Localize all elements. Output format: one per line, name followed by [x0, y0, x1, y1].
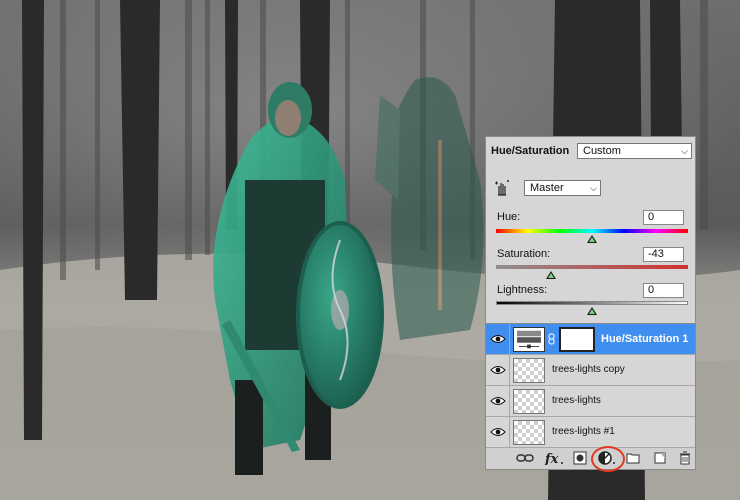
add-mask-icon[interactable] — [573, 451, 587, 465]
hue-slider-track[interactable] — [496, 229, 688, 233]
hue-slider-thumb[interactable] — [587, 235, 597, 243]
saturation-input[interactable]: -43 — [643, 247, 684, 262]
visibility-column — [486, 324, 510, 354]
layer-thumbnail — [513, 358, 545, 383]
lightness-slider-track[interactable] — [496, 301, 688, 305]
visibility-column — [486, 355, 510, 385]
eye-icon[interactable] — [490, 364, 506, 376]
layer-row-trees-lights-1[interactable]: trees-lights #1 — [486, 417, 695, 448]
preset-value: Custom — [583, 145, 621, 157]
saturation-label: Saturation: — [497, 248, 551, 260]
layer-name: trees-lights copy — [552, 364, 625, 375]
layer-row-hue-saturation[interactable]: Hue/Saturation 1 — [486, 324, 695, 355]
hue-input[interactable]: 0 — [643, 210, 684, 225]
link-icon[interactable] — [516, 451, 534, 465]
targeted-adjustment-hand-icon[interactable] — [493, 179, 511, 197]
layer-thumbnail — [513, 389, 545, 414]
fx-icon[interactable]: fx — [544, 451, 564, 465]
layer-name: Hue/Saturation 1 — [601, 333, 689, 345]
channel-value: Master — [530, 182, 564, 194]
adjustments-panel: Hue/Saturation Custom ⌵ Master ⌵ Hue: 0 … — [485, 136, 696, 324]
layer-thumbnail — [513, 420, 545, 445]
new-layer-icon[interactable] — [653, 451, 667, 465]
channel-dropdown[interactable]: Master ⌵ — [524, 180, 601, 196]
link-chain-icon[interactable] — [548, 333, 555, 345]
adjustment-layer-icon — [513, 327, 545, 352]
hue-label: Hue: — [497, 211, 521, 223]
layer-name: trees-lights — [552, 395, 601, 406]
chevron-down-icon: ⌵ — [681, 146, 688, 156]
svg-text:fx: fx — [544, 452, 559, 465]
lightness-slider-thumb[interactable] — [587, 307, 597, 315]
chevron-down-icon: ⌵ — [590, 183, 597, 193]
layers-panel: Hue/Saturation 1 trees-lights copy trees… — [485, 324, 696, 470]
eye-icon[interactable] — [490, 395, 506, 407]
eye-icon[interactable] — [490, 426, 506, 438]
lightness-label: Lightness: — [497, 284, 548, 296]
layer-name: trees-lights #1 — [552, 426, 615, 437]
adjustment-title: Hue/Saturation — [491, 145, 570, 157]
layer-mask-thumbnail[interactable] — [559, 327, 595, 352]
new-group-icon[interactable] — [626, 451, 640, 465]
annotation-highlight-circle — [591, 446, 625, 472]
visibility-column — [486, 417, 510, 447]
saturation-slider-thumb[interactable] — [545, 271, 556, 279]
visibility-column — [486, 386, 510, 416]
eye-icon[interactable] — [490, 333, 506, 345]
trash-icon[interactable] — [679, 451, 691, 465]
lightness-input[interactable]: 0 — [643, 283, 684, 298]
saturation-slider-track[interactable] — [496, 265, 688, 269]
layer-row-trees-lights-copy[interactable]: trees-lights copy — [486, 355, 695, 386]
preset-dropdown[interactable]: Custom ⌵ — [577, 143, 692, 159]
layer-row-trees-lights[interactable]: trees-lights — [486, 386, 695, 417]
